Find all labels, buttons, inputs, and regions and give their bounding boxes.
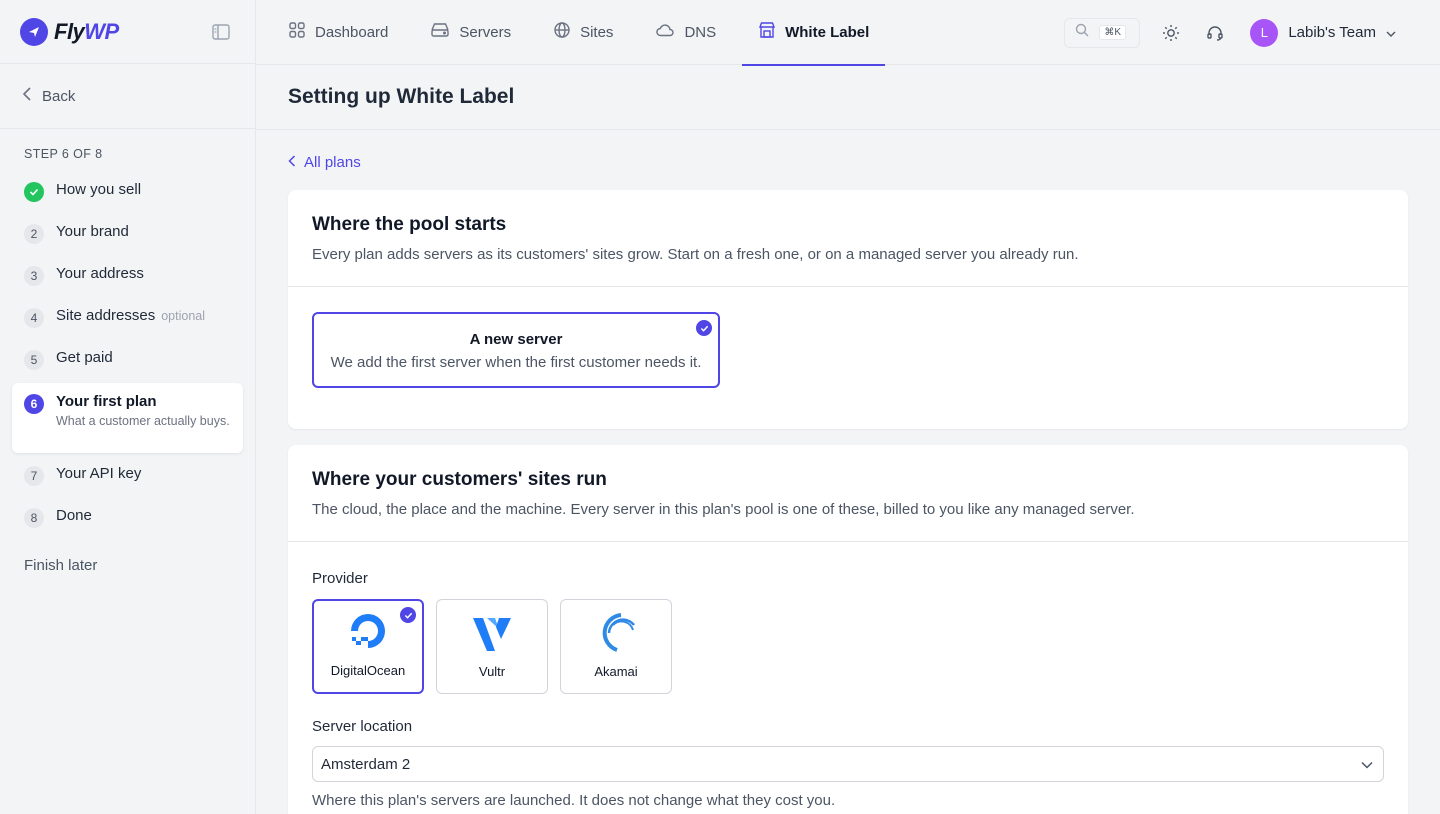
vultr-logo-icon — [471, 615, 513, 656]
chevron-down-icon — [1361, 756, 1373, 773]
akamai-logo-icon — [595, 611, 637, 656]
step-label: Your API key — [56, 465, 142, 482]
step-number: 2 — [24, 224, 44, 244]
step-list: How you sell 2 Your brand 3 Your address… — [0, 171, 255, 539]
step-label: Site addresses — [56, 307, 156, 324]
location-hint: Where this plan's servers are launched. … — [312, 792, 836, 809]
server-icon — [430, 21, 450, 43]
check-circle-icon — [24, 182, 44, 202]
check-icon — [400, 607, 416, 623]
digitalocean-logo-icon — [347, 610, 389, 655]
dashboard-icon — [288, 21, 306, 43]
step-number: 3 — [24, 266, 44, 286]
nav-label: Sites — [580, 23, 614, 41]
step-label: Done — [56, 507, 92, 524]
card-title: Where the pool starts — [312, 214, 507, 235]
chevron-left-icon — [22, 87, 32, 105]
step-done[interactable]: 8 Done — [12, 497, 243, 539]
location-label: Server location — [312, 718, 413, 735]
option-title: A new server — [469, 331, 563, 348]
provider-label: Provider — [312, 570, 368, 587]
logo-text: FlyWP — [54, 18, 119, 44]
nav-label: Dashboard — [315, 23, 389, 41]
search-icon — [1075, 23, 1089, 42]
nav-label: Servers — [459, 23, 512, 41]
step-number: 5 — [24, 350, 44, 370]
chevron-left-icon — [288, 154, 296, 171]
cloud-icon — [655, 21, 675, 43]
step-label: Your first plan — [56, 393, 157, 410]
provider-digitalocean[interactable]: DigitalOcean — [312, 599, 424, 694]
sites-run-card: Where your customers' sites run The clou… — [288, 445, 1408, 814]
provider-vultr[interactable]: Vultr — [436, 599, 548, 694]
step-description: What a customer actually buys. — [56, 414, 230, 428]
provider-name: Akamai — [594, 664, 638, 679]
search-shortcut: ⌘K — [1099, 25, 1127, 40]
search-button[interactable]: ⌘K — [1064, 17, 1141, 48]
logo[interactable]: FlyWP — [20, 17, 119, 46]
card-description: Every plan adds servers as its customers… — [312, 246, 1079, 263]
pool-start-card: Where the pool starts Every plan adds se… — [288, 190, 1408, 429]
nav-dashboard[interactable]: Dashboard — [288, 0, 388, 65]
step-label: Get paid — [56, 349, 113, 366]
step-site-addresses[interactable]: 4 Site addresses optional — [12, 297, 243, 339]
nav-servers[interactable]: Servers — [430, 0, 511, 65]
nav-sites[interactable]: Sites — [553, 0, 613, 65]
finish-later-link[interactable]: Finish later — [0, 539, 255, 574]
nav-right: ⌘K L Labib's Team — [1064, 0, 1396, 65]
step-number: 8 — [24, 508, 44, 528]
card-header: Where the pool starts Every plan adds se… — [288, 190, 1408, 287]
step-number: 6 — [24, 394, 44, 414]
step-label: How you sell — [56, 181, 142, 198]
back-button[interactable]: Back — [0, 64, 255, 129]
nav-label: White Label — [785, 23, 870, 41]
avatar: L — [1250, 18, 1279, 47]
step-your-first-plan[interactable]: 6 Your first plan What a customer actual… — [12, 383, 243, 453]
provider-name: Vultr — [478, 664, 506, 679]
server-location-select[interactable]: Amsterdam 2 — [312, 746, 1384, 782]
flywp-logo-icon — [20, 17, 48, 46]
step-number: 7 — [24, 466, 44, 486]
all-plans-label: All plans — [304, 154, 361, 171]
card-title: Where your customers' sites run — [312, 469, 607, 490]
sun-icon[interactable] — [1158, 20, 1184, 46]
logo-row: FlyWP — [0, 0, 255, 64]
team-switcher[interactable]: L Labib's Team — [1250, 18, 1396, 47]
step-counter: STEP 6 OF 8 — [24, 147, 103, 161]
chevron-down-icon — [1386, 24, 1396, 41]
step-get-paid[interactable]: 5 Get paid — [12, 339, 243, 381]
step-label: Your address — [56, 265, 144, 282]
step-number: 4 — [24, 308, 44, 328]
sidebar-collapse-icon[interactable] — [211, 22, 231, 42]
card-description: The cloud, the place and the machine. Ev… — [312, 501, 1135, 518]
team-name: Labib's Team — [1288, 24, 1376, 41]
store-icon — [758, 21, 776, 43]
headset-icon[interactable] — [1202, 20, 1228, 46]
all-plans-link[interactable]: All plans — [288, 154, 361, 171]
step-how-you-sell[interactable]: How you sell — [12, 171, 243, 213]
check-icon — [696, 320, 712, 336]
step-label: Your brand — [56, 223, 129, 240]
sidebar: FlyWP Back STEP 6 OF 8 How you sell 2 Yo… — [0, 0, 256, 814]
step-your-brand[interactable]: 2 Your brand — [12, 213, 243, 255]
optional-tag: optional — [161, 309, 206, 323]
back-label: Back — [42, 87, 76, 105]
location-value: Amsterdam 2 — [321, 755, 411, 773]
step-your-address[interactable]: 3 Your address — [12, 255, 243, 297]
provider-name: DigitalOcean — [330, 663, 406, 678]
globe-icon — [553, 21, 571, 43]
top-nav: Dashboard Servers Sites DNS White Label … — [256, 0, 1440, 66]
nav-dns[interactable]: DNS — [655, 0, 716, 65]
option-description: We add the first server when the first c… — [330, 354, 702, 371]
card-header: Where your customers' sites run The clou… — [288, 445, 1408, 542]
nav-white-label[interactable]: White Label — [742, 0, 886, 66]
new-server-option[interactable]: A new server We add the first server whe… — [312, 312, 720, 388]
page-header: Setting up White Label — [256, 65, 1440, 130]
page-title: Setting up White Label — [288, 85, 515, 108]
nav-label: DNS — [684, 23, 717, 41]
provider-akamai[interactable]: Akamai — [560, 599, 672, 694]
step-your-api-key[interactable]: 7 Your API key — [12, 455, 243, 497]
